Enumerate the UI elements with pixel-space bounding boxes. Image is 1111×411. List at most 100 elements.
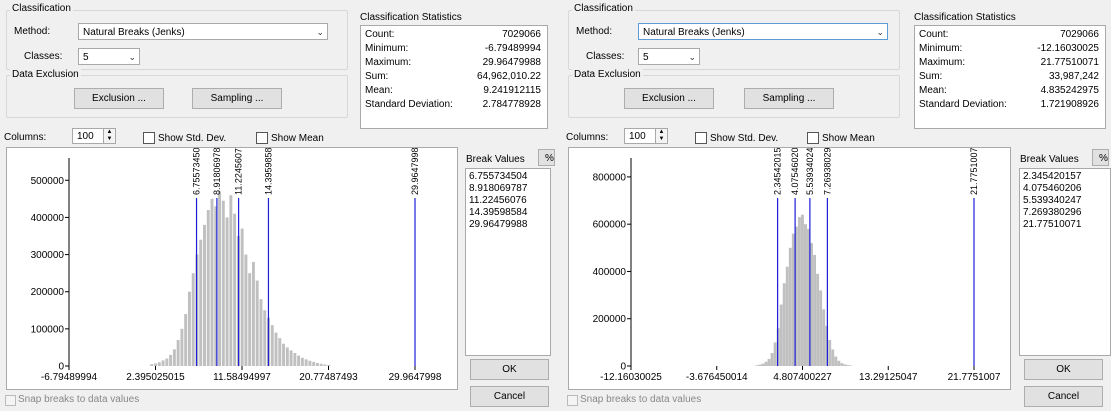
break-value-item[interactable]: 7.269380296 [1020, 207, 1110, 219]
spinner-arrows-icon[interactable]: ▲ ▼ [655, 129, 667, 143]
chevron-down-icon: ⌄ [688, 52, 696, 62]
stat-value: 33,987,242 [1048, 71, 1099, 82]
histogram-bar [157, 362, 161, 366]
classes-select[interactable]: 5 ⌄ [638, 48, 700, 65]
histogram-bar [221, 200, 225, 366]
stat-key: Minimum: [919, 43, 963, 54]
break-value-item[interactable]: 6.755734504 [466, 171, 550, 183]
histogram-bar [308, 360, 312, 366]
show-std-dev-checkbox[interactable] [695, 132, 707, 144]
histogram-bar [180, 328, 184, 366]
break-value-item[interactable]: 14.39598584 [466, 207, 550, 219]
break-line-label: 11.22456076 [234, 148, 244, 195]
break-value-item[interactable]: 21.77510071 [1020, 219, 1110, 231]
cancel-button[interactable]: Cancel [1024, 386, 1103, 407]
histogram-panel[interactable]: 0 100000 200000 300000 400000 500000 -6.794899… [6, 142, 458, 390]
histogram-bar [206, 210, 210, 366]
histogram-chart[interactable]: 0 200000 400000 600000 800000 -12.16030025 -3.… [569, 142, 1010, 389]
histogram-bar [169, 354, 173, 366]
histogram-chart[interactable]: 0 100000 200000 300000 400000 500000 -6.794899… [7, 142, 457, 389]
exclusion-button[interactable]: Exclusion ... [74, 88, 164, 109]
break-line-label: 6.755734504 [192, 148, 202, 195]
histogram-bar [282, 343, 286, 366]
histogram-bar [172, 349, 176, 366]
ok-button[interactable]: OK [470, 359, 549, 380]
break-line-label: 29.96479988 [410, 148, 420, 195]
histogram-bar [154, 363, 158, 366]
stat-row: Standard Deviation: 2.784778928 [365, 99, 541, 111]
stat-row: Mean: 4.835242975 [919, 85, 1099, 97]
percent-button[interactable]: % [1092, 149, 1109, 166]
cancel-button[interactable]: Cancel [470, 386, 549, 407]
histogram-bar [203, 224, 206, 366]
histogram-bar [300, 357, 304, 366]
ok-button[interactable]: OK [1024, 359, 1103, 380]
stat-value: 1.721908926 [1040, 99, 1099, 110]
stat-row: Sum: 64,962,010.22 [365, 71, 541, 83]
break-value-item[interactable]: 8.918069787 [466, 183, 550, 195]
histogram-bar [210, 198, 214, 366]
show-mean-label: Show Mean [271, 133, 324, 144]
histogram-bar [278, 338, 282, 366]
show-mean-checkbox[interactable] [807, 132, 819, 144]
show-mean-label: Show Mean [822, 133, 875, 144]
histogram-bar [199, 239, 203, 366]
exclusion-button[interactable]: Exclusion ... [624, 88, 714, 109]
histogram-bar [191, 273, 195, 366]
histogram-bar [840, 363, 844, 366]
stat-key: Count: [365, 29, 395, 40]
stat-row: Maximum: 21.77510071 [919, 57, 1099, 69]
classes-select[interactable]: 5 ⌄ [78, 48, 140, 65]
stat-value: -12.16030025 [1037, 43, 1099, 54]
break-line-label: 2.345420157 [773, 148, 783, 195]
histogram-panel[interactable]: 0 200000 400000 600000 800000 -12.16030025 -3.… [568, 142, 1011, 390]
columns-label: Columns: [4, 132, 47, 143]
break-values-list[interactable]: 2.345420157 4.075460206 5.539340247 7.26… [1019, 168, 1111, 356]
break-line-label: 5.539340247 [805, 148, 815, 195]
x-tick-label: 4.807400227 [773, 372, 832, 383]
break-value-item[interactable]: 29.96479988 [466, 219, 550, 231]
histogram-bar [315, 363, 319, 366]
x-tick-label: 13.29125047 [859, 372, 918, 383]
break-value-item[interactable]: 2.345420157 [1020, 171, 1110, 183]
histogram-bar [176, 340, 180, 366]
show-mean-checkbox[interactable] [256, 132, 268, 144]
sampling-button[interactable]: Sampling ... [192, 88, 282, 109]
break-value-item[interactable]: 11.22456076 [466, 195, 550, 207]
data-exclusion-group [568, 75, 900, 118]
method-select[interactable]: Natural Breaks (Jenks) ⌄ [78, 23, 328, 40]
break-value-item[interactable]: 4.075460206 [1020, 183, 1110, 195]
y-tick-label: 200000 [593, 314, 627, 325]
break-line-label: 8.918069787 [212, 148, 222, 195]
sampling-button[interactable]: Sampling ... [744, 88, 834, 109]
stat-row: Standard Deviation: 1.721908926 [919, 99, 1099, 111]
stats-box: Count: 7029066 Minimum: -12.16030025 Maxim… [914, 25, 1106, 129]
snap-breaks-checkbox[interactable] [5, 395, 16, 406]
break-value-item[interactable]: 5.539340247 [1020, 195, 1110, 207]
histogram-bar [150, 364, 154, 366]
x-tick-label: 29.9647998 [389, 372, 442, 383]
histogram-bar [834, 356, 838, 366]
stat-row: Minimum: -6.79489994 [365, 43, 541, 55]
method-select[interactable]: Natural Breaks (Jenks) ⌄ [638, 23, 888, 40]
y-tick-label: 200000 [31, 287, 65, 298]
chevron-down-icon: ⌄ [316, 27, 324, 37]
histogram-bar [327, 364, 331, 366]
histogram-bar [184, 314, 188, 366]
histogram-bar [165, 358, 169, 366]
percent-button[interactable]: % [538, 149, 555, 166]
histogram-bar [779, 304, 783, 366]
histogram-bar [773, 342, 777, 366]
snap-breaks-checkbox[interactable] [567, 395, 578, 406]
columns-spinner[interactable]: 100 ▲ ▼ [624, 128, 668, 144]
classification-dialog-2: Classification Method: Natural Breaks (J… [562, 0, 1111, 411]
show-std-dev-checkbox[interactable] [143, 132, 155, 144]
break-values-label: Break Values [1020, 154, 1079, 165]
break-values-list[interactable]: 6.755734504 8.918069787 11.22456076 14.3… [465, 168, 551, 356]
histogram-bar [187, 291, 191, 366]
spinner-arrows-icon[interactable]: ▲ ▼ [103, 129, 115, 143]
columns-spinner[interactable]: 100 ▲ ▼ [72, 128, 116, 144]
stat-key: Mean: [919, 85, 947, 96]
y-tick-label: 400000 [31, 213, 65, 224]
y-tick-label: 600000 [593, 220, 627, 231]
